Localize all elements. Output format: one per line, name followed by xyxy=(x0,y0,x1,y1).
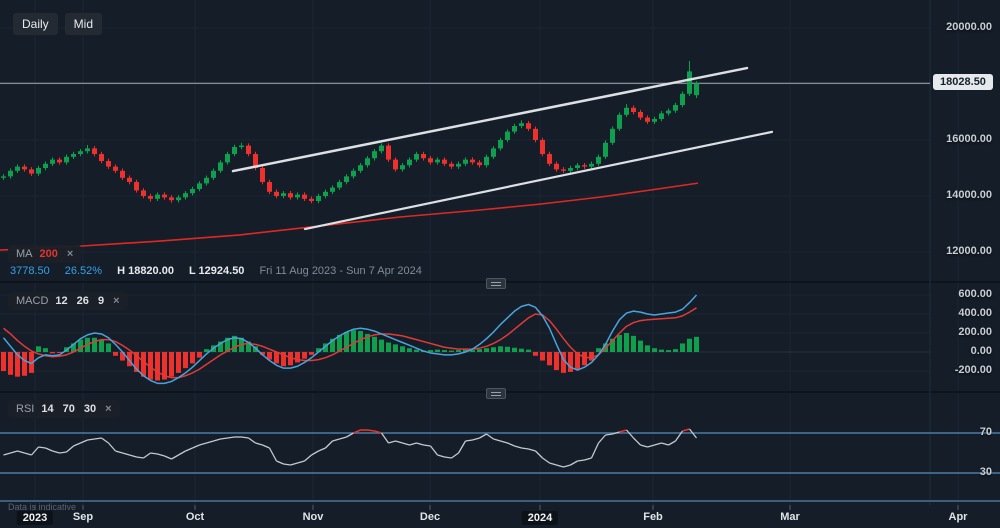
time-axis-year-label: 2024 xyxy=(522,511,558,525)
price-legend: 3778.50 26.52% H 18820.00 L 12924.50 Fri… xyxy=(10,265,422,277)
trading-chart-app: Daily Mid MA 200 × 3778.50 26.52% H 1882… xyxy=(0,0,1000,528)
rsi-axis-label: 30 xyxy=(980,466,992,478)
time-axis-year-label: 2023 xyxy=(17,511,53,525)
macd-axis-label: -200.00 xyxy=(955,364,992,376)
time-axis-month-label: Feb xyxy=(643,511,663,523)
time-axis-month-label: Apr xyxy=(949,511,968,523)
macd-label: MACD xyxy=(16,295,48,307)
rsi-params: 14 70 30 xyxy=(41,403,96,415)
timeframe-mid-button[interactable]: Mid xyxy=(65,13,102,35)
legend-period-low: L 12924.50 xyxy=(189,265,244,277)
time-axis-month-label: Nov xyxy=(303,511,324,523)
time-axis-month-label: Oct xyxy=(186,511,204,523)
rsi-close-icon[interactable]: × xyxy=(105,403,111,415)
rsi-axis-label: 70 xyxy=(980,426,992,438)
legend-change-pct: 26.52% xyxy=(65,265,102,277)
rsi-label: RSI xyxy=(16,403,34,415)
macd-axis-label: 200.00 xyxy=(958,326,992,338)
timeframe-toolbar: Daily Mid xyxy=(13,13,102,35)
macd-params: 12 26 9 xyxy=(55,295,104,307)
macd-axis-label: 0.00 xyxy=(971,345,992,357)
time-axis-month-label: Sep xyxy=(73,511,93,523)
legend-last-value: 3778.50 xyxy=(10,265,50,277)
panel-resize-handle[interactable] xyxy=(486,388,506,399)
chart-canvas[interactable] xyxy=(0,0,1000,528)
ma-indicator-badge: MA 200 × xyxy=(8,245,81,263)
time-axis-month-label: Mar xyxy=(780,511,800,523)
macd-close-icon[interactable]: × xyxy=(113,295,119,307)
macd-axis-label: 400.00 xyxy=(958,307,992,319)
rsi-indicator-badge: RSI 14 70 30 × xyxy=(8,400,120,418)
time-axis[interactable] xyxy=(0,505,1000,528)
panel-resize-handle[interactable] xyxy=(486,278,506,289)
price-axis-label: 14000.00 xyxy=(946,189,992,201)
ma-period: 200 xyxy=(40,248,58,260)
price-axis-label: 20000.00 xyxy=(946,21,992,33)
price-axis-label: 12000.00 xyxy=(946,245,992,257)
time-axis-month-label: Dec xyxy=(420,511,440,523)
ma-label: MA xyxy=(16,248,33,260)
macd-indicator-badge: MACD 12 26 9 × xyxy=(8,292,128,310)
legend-period-high: H 18820.00 xyxy=(117,265,174,277)
macd-axis-label: 600.00 xyxy=(958,288,992,300)
price-axis-label: 16000.00 xyxy=(946,133,992,145)
ma-close-icon[interactable]: × xyxy=(67,248,73,260)
legend-date-range: Fri 11 Aug 2023 - Sun 7 Apr 2024 xyxy=(259,265,421,277)
timeframe-daily-button[interactable]: Daily xyxy=(13,13,58,35)
